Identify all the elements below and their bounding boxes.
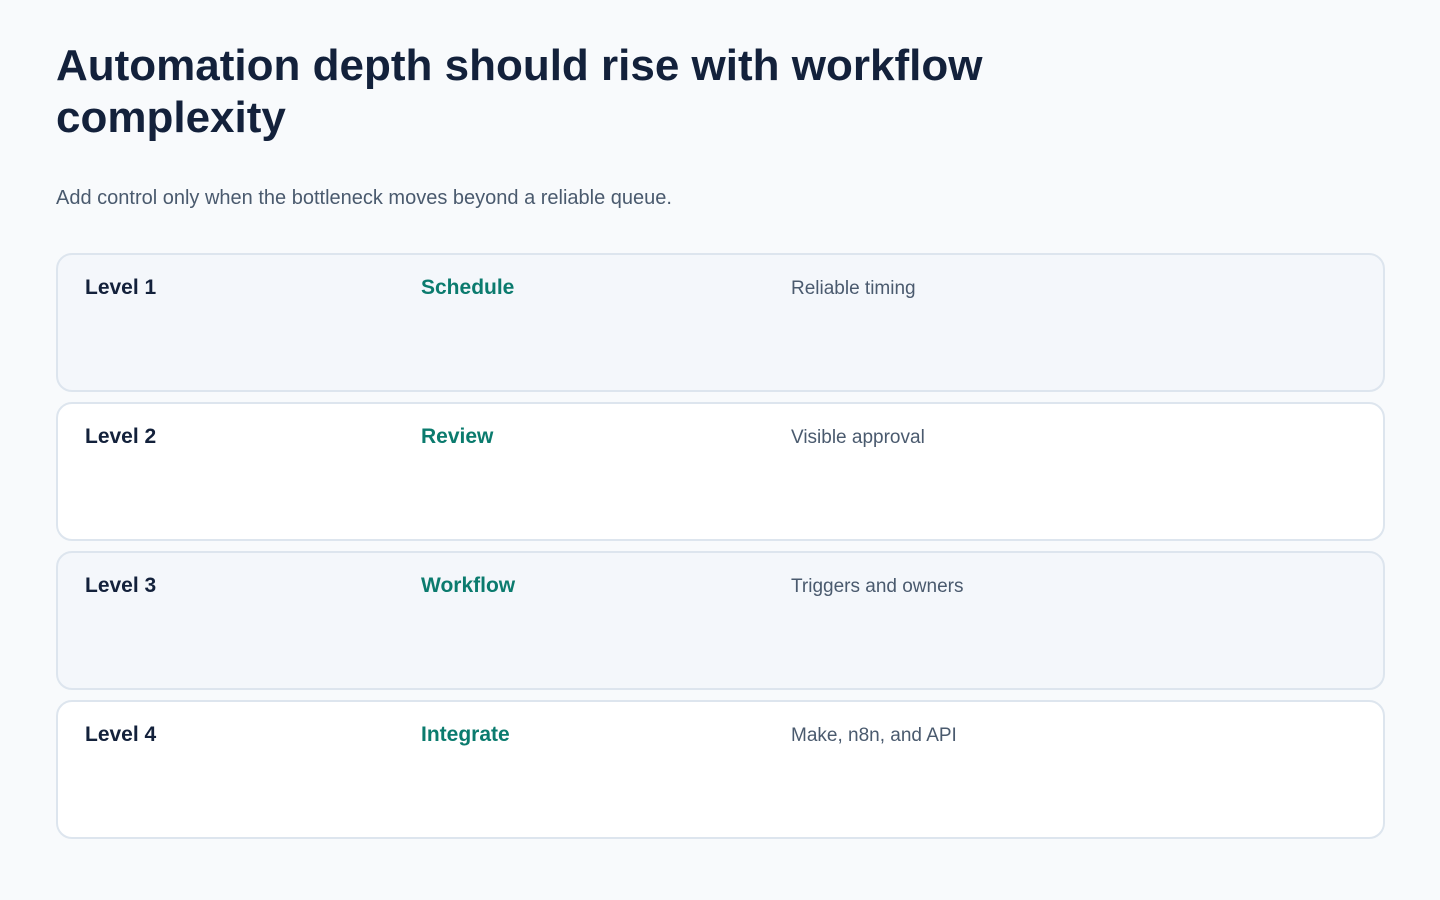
level-row-4: Level 4 Integrate Make, n8n, and API	[56, 700, 1385, 839]
page-title: Automation depth should rise with workfl…	[56, 41, 983, 142]
level-action: Workflow	[421, 574, 516, 597]
level-list: Level 1 Schedule Reliable timing Level 2…	[56, 253, 1385, 839]
page-subtitle: Add control only when the bottleneck mov…	[56, 187, 672, 209]
level-row-2: Level 2 Review Visible approval	[56, 402, 1385, 541]
level-action: Schedule	[421, 276, 515, 299]
level-label: Level 4	[85, 723, 157, 746]
level-description: Visible approval	[791, 427, 925, 448]
level-row-3: Level 3 Workflow Triggers and owners	[56, 551, 1385, 690]
level-action: Review	[421, 425, 494, 448]
level-action: Integrate	[421, 723, 510, 746]
level-label: Level 3	[85, 574, 157, 597]
slide: Automation depth should rise with workfl…	[0, 0, 1440, 900]
level-description: Reliable timing	[791, 278, 916, 299]
level-label: Level 2	[85, 425, 157, 448]
level-row-1: Level 1 Schedule Reliable timing	[56, 253, 1385, 392]
level-description: Make, n8n, and API	[791, 725, 957, 746]
level-label: Level 1	[85, 276, 157, 299]
level-description: Triggers and owners	[791, 576, 964, 597]
